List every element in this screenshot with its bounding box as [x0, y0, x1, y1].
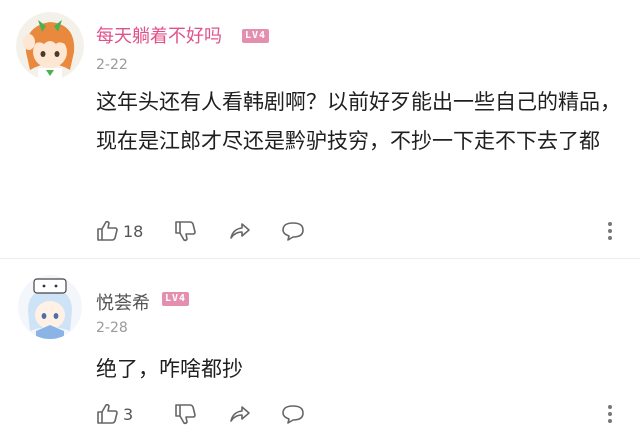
share-icon	[228, 402, 252, 426]
comment-text: 绝了，咋啥都抄	[96, 357, 243, 381]
level-badge: LV4	[162, 292, 190, 306]
comment-date: 2-22	[96, 57, 128, 73]
avatar[interactable]	[18, 275, 82, 339]
comment-item: 每天躺着不好吗 LV4 2-22 这年头还有人看韩剧啊？以前好歹能出一些自己的精…	[0, 0, 640, 258]
dislike-button[interactable]	[174, 402, 198, 426]
share-button[interactable]	[228, 402, 252, 426]
more-vertical-icon	[606, 402, 614, 426]
comment-actions: 3	[96, 402, 626, 426]
comment-text: 这年头还有人看韩剧啊？以前好歹能出一些自己的精品，现在是江郎才尽还是黔驴技穷，不…	[96, 90, 621, 153]
like-button[interactable]: 18	[96, 219, 143, 243]
reply-button[interactable]	[280, 402, 306, 426]
username[interactable]: 悦荟希	[96, 289, 150, 315]
dislike-button[interactable]	[174, 219, 198, 243]
like-button[interactable]: 3	[96, 402, 133, 426]
level-badge: LV4	[242, 29, 270, 43]
reply-button[interactable]	[280, 219, 306, 243]
thumbs-down-icon	[174, 219, 198, 243]
comment-icon	[280, 219, 306, 243]
more-button[interactable]	[606, 402, 614, 426]
thumbs-up-icon	[96, 402, 120, 426]
more-button[interactable]	[606, 219, 614, 243]
more-vertical-icon	[606, 219, 614, 243]
comment-icon	[280, 402, 306, 426]
comment-date: 2-28	[96, 320, 128, 336]
divider	[0, 258, 640, 259]
like-count: 18	[123, 221, 144, 241]
avatar[interactable]	[16, 12, 84, 80]
thumbs-up-icon	[96, 219, 120, 243]
username[interactable]: 每天躺着不好吗	[96, 22, 222, 48]
share-icon	[228, 219, 252, 243]
share-button[interactable]	[228, 219, 252, 243]
comment-actions: 18	[96, 219, 626, 243]
like-count: 3	[123, 404, 134, 424]
thumbs-down-icon	[174, 402, 198, 426]
comment-item: 悦荟希 LV4 2-28 绝了，咋啥都抄 3	[0, 262, 640, 437]
